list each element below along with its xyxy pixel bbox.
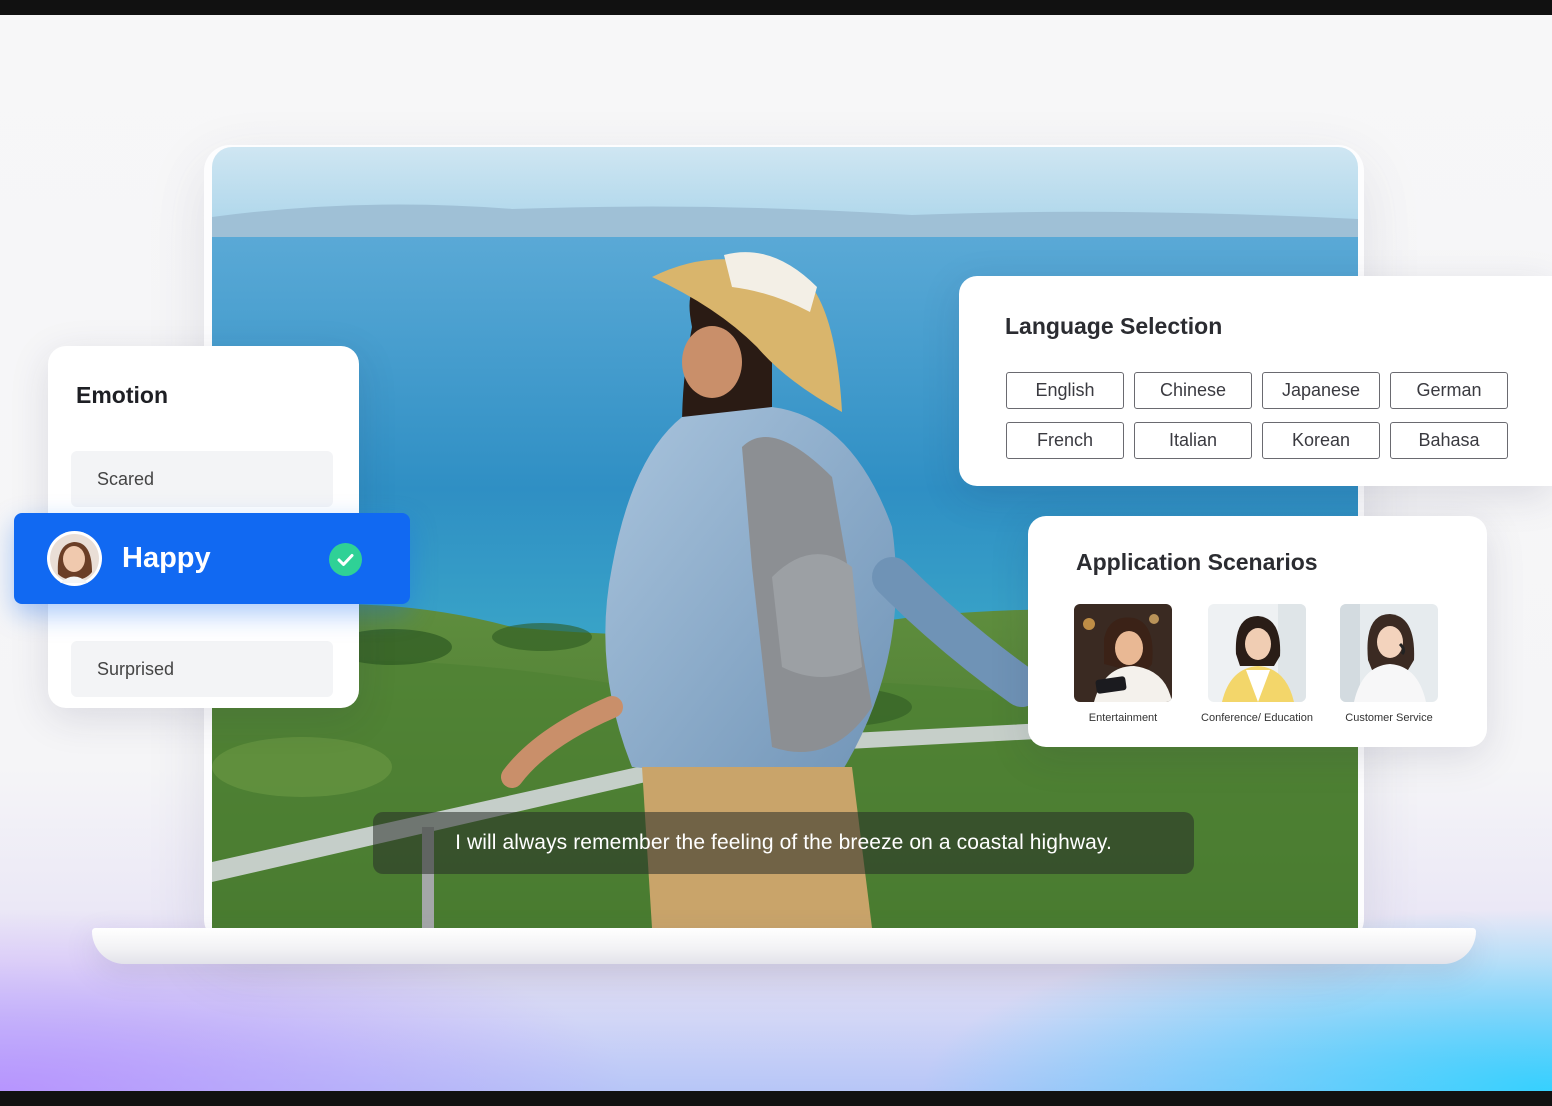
emotion-title: Emotion — [76, 382, 168, 408]
scenario-label: Customer Service — [1345, 712, 1433, 724]
check-icon — [329, 543, 362, 576]
language-button-french[interactable]: French — [1006, 422, 1124, 459]
woman-at-desk-thumbnail — [1208, 604, 1306, 702]
language-button-chinese[interactable]: Chinese — [1134, 372, 1252, 409]
caption-subtitle: I will always remember the feeling of th… — [373, 812, 1194, 874]
language-button-japanese[interactable]: Japanese — [1262, 372, 1380, 409]
application-scenarios-card: Application Scenarios Entertainment Conf… — [1028, 516, 1487, 747]
selected-emotion-label: Happy — [122, 542, 211, 574]
emotion-option-happy[interactable]: Happy — [14, 513, 410, 604]
language-selection-title: Language Selection — [1005, 313, 1223, 339]
language-button-german[interactable]: German — [1390, 372, 1508, 409]
woman-with-headset-thumbnail — [1340, 604, 1438, 702]
language-selection-card: Language Selection English Chinese Japan… — [959, 276, 1552, 486]
emotion-option-surprised[interactable]: Surprised — [71, 641, 333, 697]
scenario-label: Conference/ Education — [1201, 712, 1313, 724]
emotion-option-scared[interactable]: Scared — [71, 451, 333, 507]
avatar — [47, 531, 102, 586]
application-scenarios-title: Application Scenarios — [1076, 549, 1318, 575]
language-button-italian[interactable]: Italian — [1134, 422, 1252, 459]
scenario-entertainment[interactable]: Entertainment — [1053, 604, 1193, 724]
language-button-bahasa[interactable]: Bahasa — [1390, 422, 1508, 459]
bottom-letterbox — [0, 1091, 1552, 1106]
language-button-english[interactable]: English — [1006, 372, 1124, 409]
woman-with-phone-thumbnail — [1074, 604, 1172, 702]
top-letterbox — [0, 0, 1552, 15]
scenario-customer-service[interactable]: Customer Service — [1319, 604, 1459, 724]
language-button-korean[interactable]: Korean — [1262, 422, 1380, 459]
laptop-base — [92, 928, 1476, 964]
scenario-conference-education[interactable]: Conference/ Education — [1187, 604, 1327, 724]
scenario-label: Entertainment — [1088, 712, 1158, 724]
